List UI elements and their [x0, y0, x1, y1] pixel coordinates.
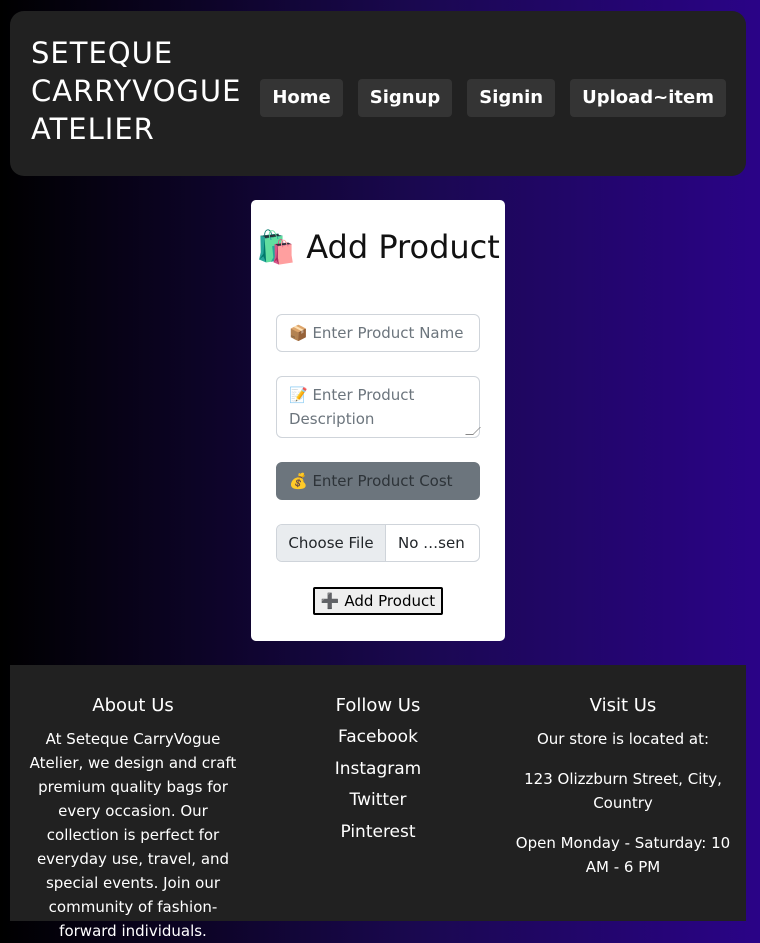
nav-home-button[interactable]: Home [260, 79, 343, 117]
file-status-text: No …sen [398, 534, 465, 552]
product-name-input[interactable]: 📦 Enter Product Name [276, 314, 480, 352]
store-hours: Open Monday - Saturday: 10 AM - 6 PM [515, 834, 731, 876]
resize-handle-icon[interactable] [465, 427, 481, 435]
nav-upload-item-button[interactable]: Upload~item [570, 79, 726, 117]
site-header: SETEQUE CARRYVOGUE ATELIER Home Signup S… [10, 11, 746, 176]
footer-visit-section: Visit Us Our store is located at: 123 Ol… [510, 695, 736, 895]
store-address: 123 Olizzburn Street, City, Country [524, 770, 722, 812]
follow-heading: Follow Us [335, 695, 421, 716]
about-heading: About Us [92, 695, 174, 716]
add-product-card: 🛍️ Add Product 📦 Enter Product Name 📝 En… [251, 200, 505, 641]
add-product-title: 🛍️ Add Product [256, 228, 500, 266]
site-footer: About Us At Seteque CarryVogue Atelier, … [10, 665, 746, 940]
about-text: At Seteque CarryVogue Atelier, we design… [29, 730, 237, 940]
nav-signin-button[interactable]: Signin [467, 79, 556, 117]
instagram-link[interactable]: Instagram [265, 759, 491, 779]
product-cost-input[interactable]: 💰 Enter Product Cost [276, 462, 480, 500]
visit-heading: Visit Us [589, 695, 657, 716]
product-description-textarea[interactable]: 📝 Enter Product Description [276, 376, 481, 438]
add-product-button[interactable]: ➕ Add Product [313, 587, 443, 615]
nav-signup-button[interactable]: Signup [357, 79, 453, 117]
footer-about-section: About Us At Seteque CarryVogue Atelier, … [20, 695, 246, 943]
main-nav: Home Signup Signin Upload~item [260, 79, 726, 117]
pinterest-link[interactable]: Pinterest [265, 822, 491, 842]
twitter-link[interactable]: Twitter [265, 790, 491, 810]
store-location-label: Our store is located at: [536, 730, 710, 748]
footer-follow-section: Follow Us Facebook Instagram Twitter Pin… [265, 695, 491, 853]
choose-file-button[interactable]: Choose File [277, 525, 386, 561]
facebook-link[interactable]: Facebook [265, 727, 491, 747]
brand-title: SETEQUE CARRYVOGUE ATELIER [31, 36, 242, 146]
product-description-placeholder: 📝 Enter Product Description [289, 386, 415, 428]
product-image-file-input[interactable]: Choose File No …sen [276, 524, 480, 562]
